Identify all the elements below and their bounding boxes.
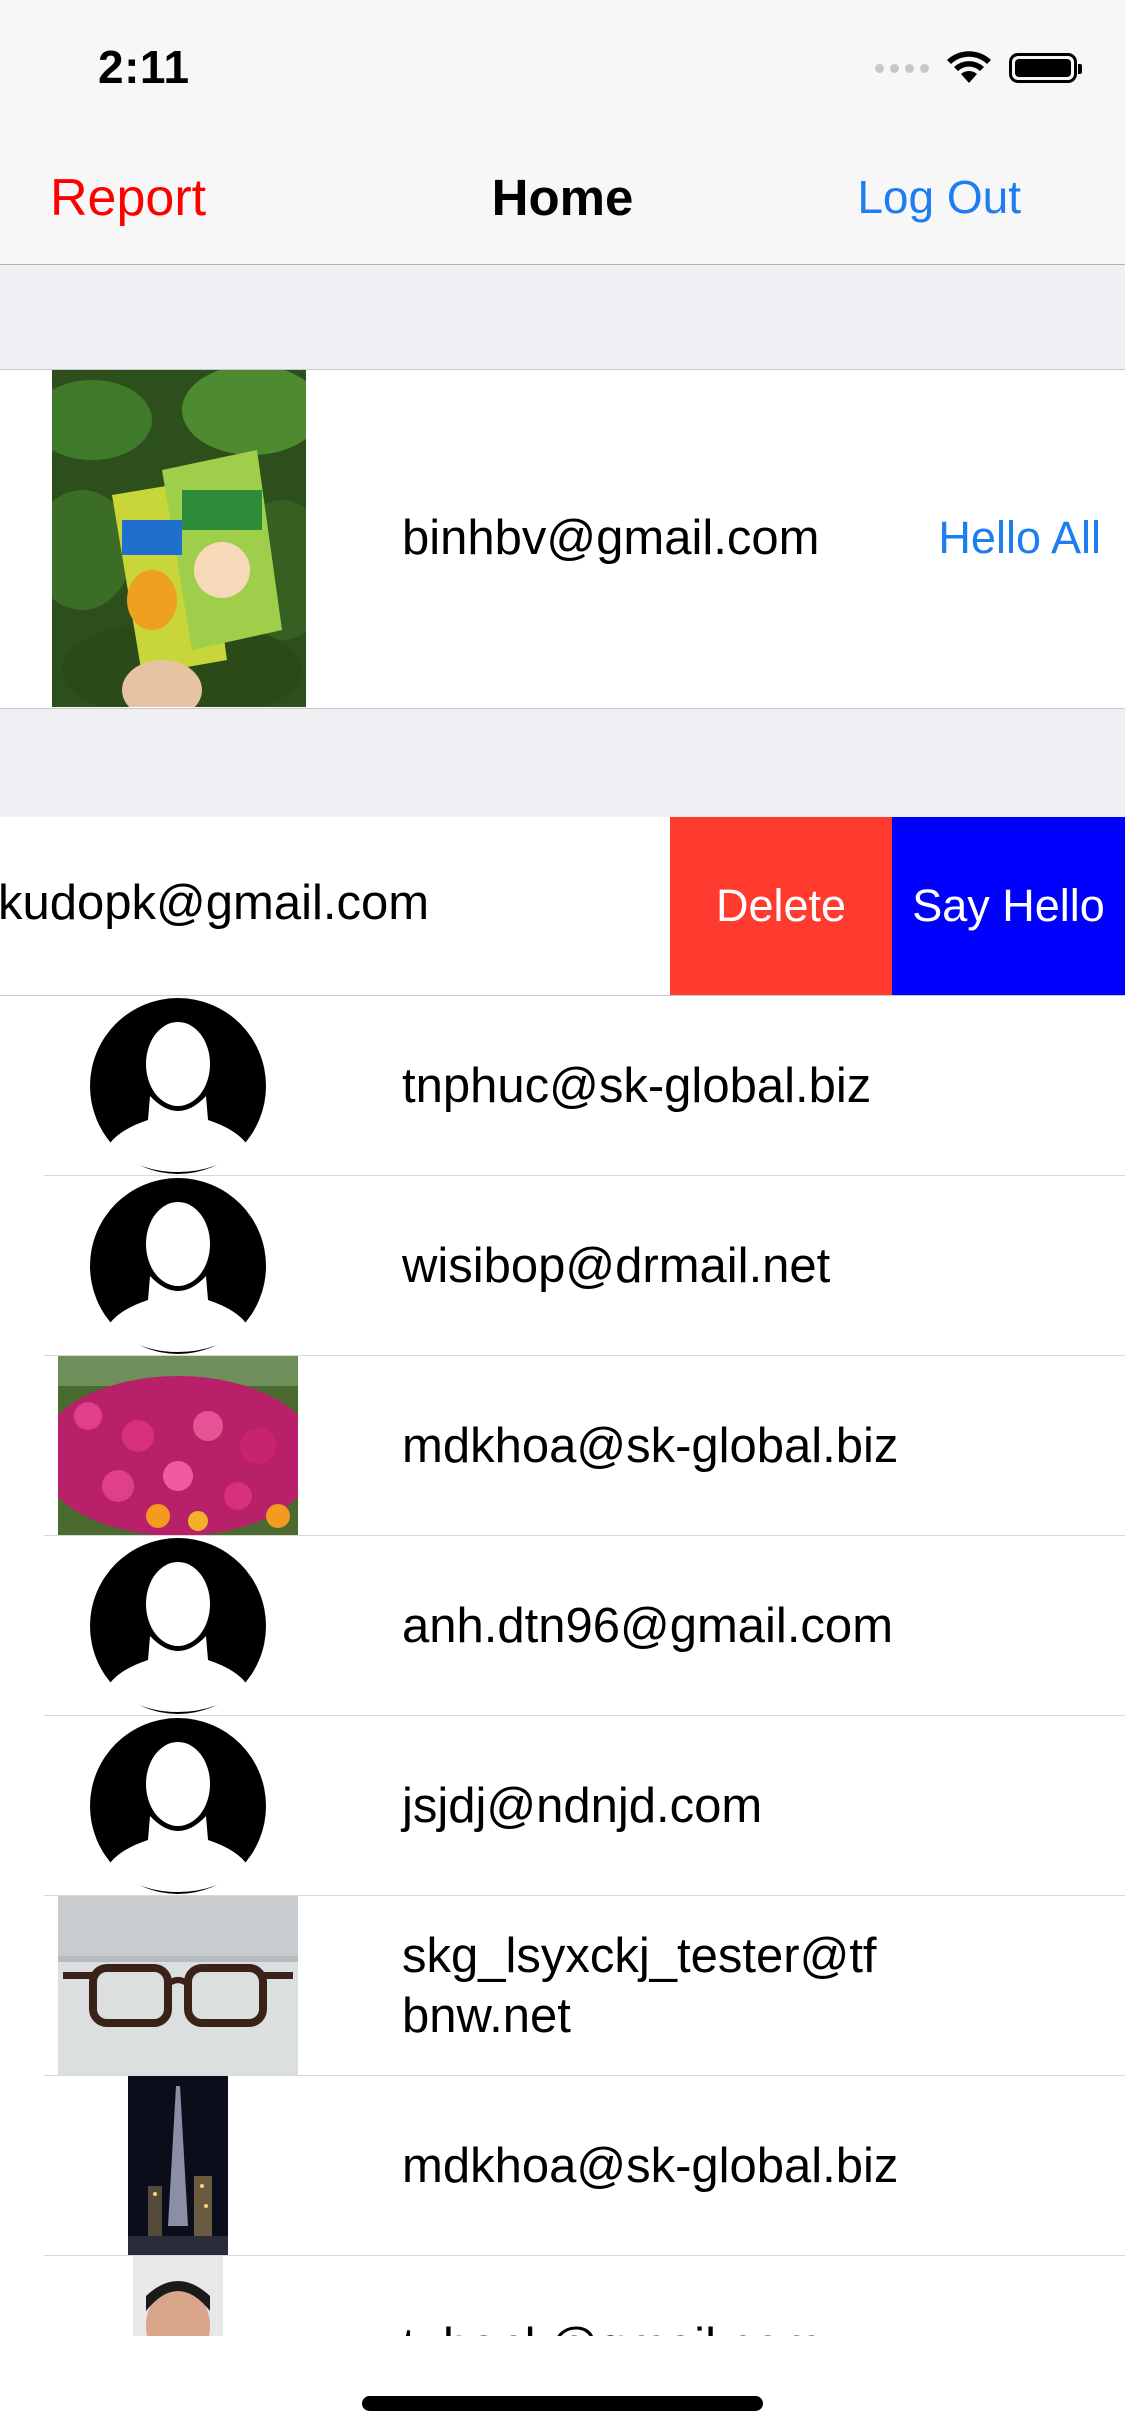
user-email: anh.dtn96@gmail.com <box>402 1598 894 1653</box>
person-photo <box>58 2256 298 2336</box>
user-row[interactable]: tuhank@gmail.com <box>44 2256 1125 2336</box>
user-row[interactable]: skg_lsyxckj_tester@tfbnw.net <box>44 1896 1125 2076</box>
current-user-email: binhbv@gmail.com <box>402 511 820 565</box>
user-row[interactable]: tnphuc@sk-global.biz <box>44 996 1125 1176</box>
user-email: jsjdj@ndnjd.com <box>402 1778 763 1833</box>
user-email: mdkhoa@sk-global.biz <box>402 2138 899 2193</box>
user-row[interactable]: wisibop@drmail.net <box>44 1176 1125 1356</box>
log-out-button[interactable]: Log Out <box>857 170 1021 224</box>
home-indicator[interactable] <box>362 2396 763 2411</box>
section-header <box>0 708 1125 818</box>
current-user-cell: binhbv@gmail.com Hello All <box>0 370 1125 707</box>
default-avatar-icon <box>58 1716 298 1895</box>
user-email: mdkhoa@sk-global.biz <box>402 1418 899 1473</box>
status-bar: 2:11 <box>0 0 1125 132</box>
status-icons <box>875 48 1082 88</box>
section-header <box>0 265 1125 370</box>
user-row[interactable]: jsjdj@ndnjd.com <box>44 1716 1125 1896</box>
default-avatar-icon <box>58 996 298 1175</box>
glasses-photo <box>58 1896 298 2075</box>
user-email: tnphuc@sk-global.biz <box>402 1058 872 1113</box>
cellular-signal-icon <box>875 63 929 73</box>
swiped-user-email: kudopk@gmail.com <box>0 876 430 930</box>
status-time: 2:11 <box>98 41 190 93</box>
flowers-photo <box>58 1356 298 1535</box>
user-email: tuhank@gmail.com <box>402 2256 902 2337</box>
hello-all-button[interactable]: Hello All <box>938 512 1101 564</box>
report-button[interactable]: Report <box>50 168 206 228</box>
city-night-photo <box>58 2076 298 2255</box>
say-hello-button[interactable]: Say Hello <box>892 817 1125 995</box>
navigation-bar: Report Home Log Out <box>0 132 1125 265</box>
user-row[interactable]: anh.dtn96@gmail.com <box>44 1536 1125 1716</box>
swiped-user-row[interactable]: kudopk@gmail.com Delete Say Hello <box>0 817 1125 996</box>
default-avatar-icon <box>58 1176 298 1355</box>
user-email: wisibop@drmail.net <box>402 1238 831 1293</box>
delete-button[interactable]: Delete <box>670 817 892 995</box>
user-list: tnphuc@sk-global.biz wisibop@drmail.net <box>0 996 1125 2336</box>
default-avatar-icon <box>58 1536 298 1715</box>
user-row[interactable]: mdkhoa@sk-global.biz <box>44 2076 1125 2256</box>
user-row[interactable]: mdkhoa@sk-global.biz <box>44 1356 1125 1536</box>
home-indicator-area <box>0 2336 1125 2436</box>
current-user-photo <box>52 370 306 707</box>
wifi-icon <box>947 51 991 83</box>
user-email: skg_lsyxckj_tester@tfbnw.net <box>402 1928 877 2043</box>
battery-icon <box>1009 53 1082 83</box>
